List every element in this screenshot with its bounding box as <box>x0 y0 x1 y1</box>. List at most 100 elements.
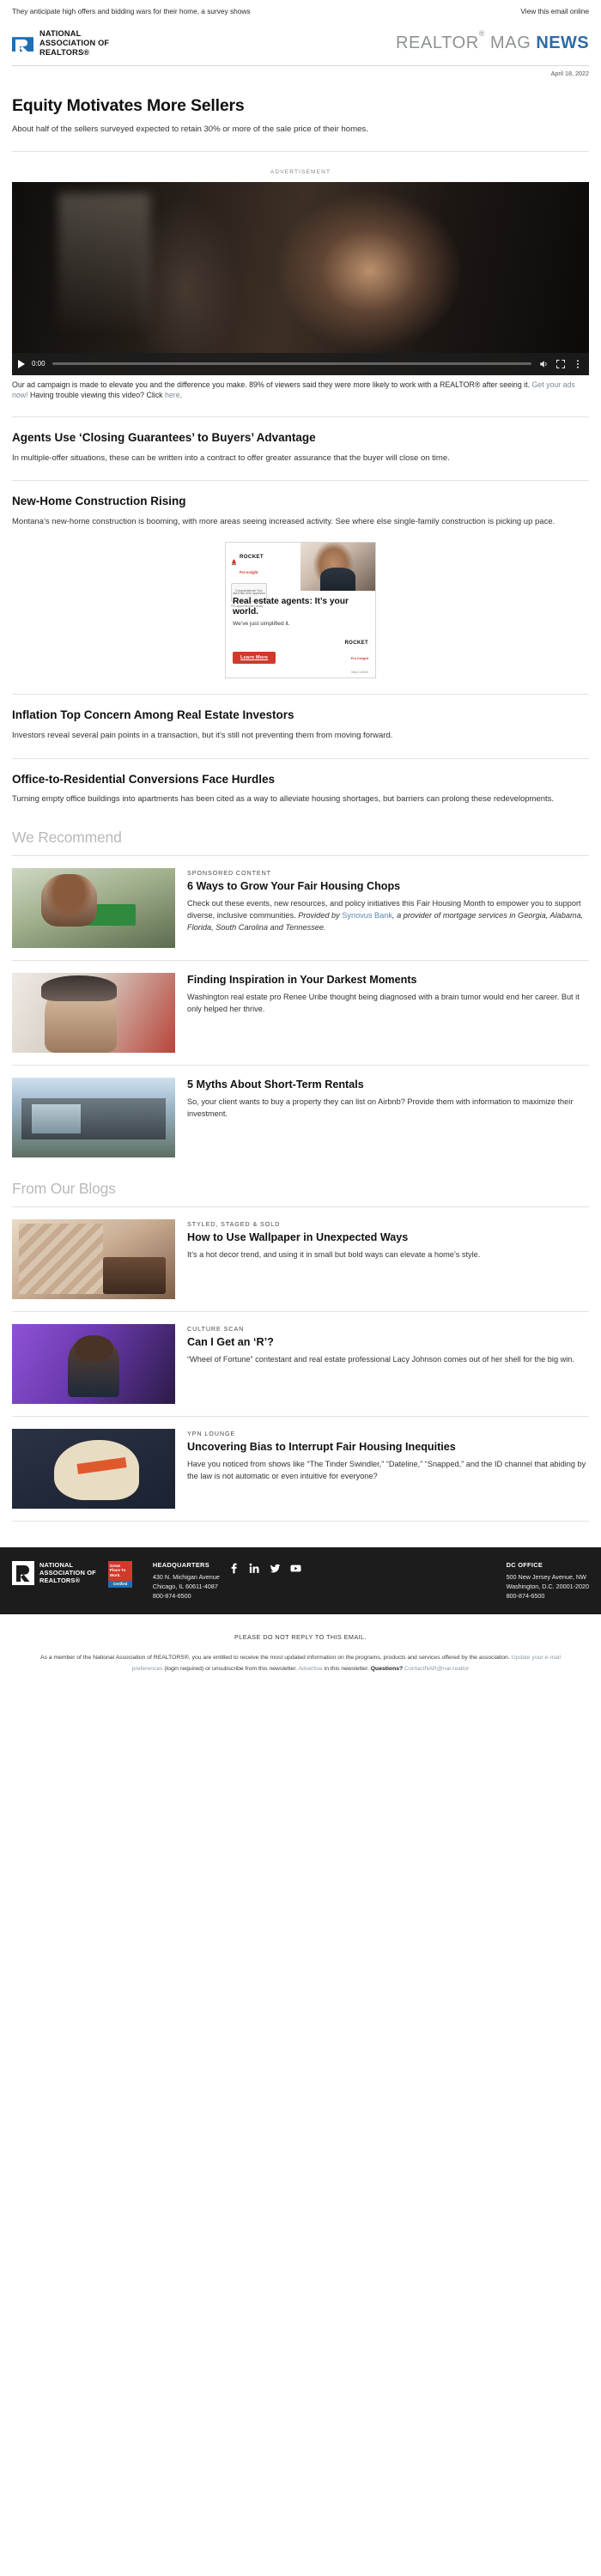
recommend-card[interactable]: 5 Myths About Short-Term Rentals So, you… <box>0 1066 601 1157</box>
facebook-icon[interactable] <box>228 1563 240 1574</box>
rocket-ad-subtext: We’ve just simplified it. <box>233 621 290 628</box>
card-title[interactable]: 6 Ways to Grow Your Fair Housing Chops <box>187 880 589 894</box>
card-title[interactable]: Finding Inspiration in Your Darkest Mome… <box>187 974 589 987</box>
blog-card[interactable]: STYLED, STAGED & SOLD How to Use Wallpap… <box>0 1207 601 1299</box>
nar-logo[interactable]: NATIONAL ASSOCIATION OF REALTORS® <box>12 29 109 58</box>
rocket-ad-headline: Real estate agents: It’s your world. <box>233 597 349 617</box>
rocket-ad-brand-name: ROCKET <box>344 640 368 647</box>
footer-dc-office: DC OFFICE 500 New Jersey Avenue, NW Wash… <box>507 1561 589 1601</box>
rocket-pro-insight-ad[interactable]: ROCKET Pro Insight Congratulations! Your… <box>225 542 376 679</box>
brand-news-word: NEWS <box>536 33 589 52</box>
fullscreen-icon[interactable] <box>555 359 566 369</box>
issue-date: April 18, 2022 <box>550 70 589 78</box>
dc-title: DC OFFICE <box>506 1560 543 1569</box>
card-title[interactable]: How to Use Wallpaper in Unexpected Ways <box>187 1231 589 1245</box>
youtube-icon[interactable] <box>290 1563 301 1574</box>
realtor-mag-news-brand[interactable]: REALTOR® MAG NEWS <box>395 28 589 53</box>
card-body-italic-pre: Provided by <box>298 911 343 920</box>
story-title[interactable]: Agents Use ‘Closing Guarantees’ to Buyer… <box>12 431 589 446</box>
kebab-menu-icon[interactable] <box>573 359 583 369</box>
card-kicker: STYLED, STAGED & SOLD <box>187 1219 281 1228</box>
story-body: Investors reveal several pain points in … <box>12 731 393 741</box>
from-our-blogs-heading: From Our Blogs <box>12 1179 116 1197</box>
play-icon[interactable] <box>18 359 25 368</box>
blogs-bottom-divider <box>12 1520 589 1522</box>
story-title[interactable]: Inflation Top Concern Among Real Estate … <box>12 708 589 723</box>
legal-part-3: in this newsletter. <box>322 1665 371 1672</box>
gptw-badge-line-1: Great Place To Work. <box>107 1560 132 1581</box>
footer-social-links[interactable] <box>228 1561 301 1574</box>
card-body-text: Washington real estate pro Renee Uribe t… <box>187 993 580 1014</box>
dc-address-line-1: 500 New Jersey Avenue, NW <box>506 1572 586 1581</box>
lead-story: Equity Motivates More Sellers About half… <box>0 77 601 135</box>
rocket-ad-nmls: NMLS #3030 <box>351 671 368 675</box>
wheel-of-fortune-contestant-image <box>12 1323 175 1404</box>
card-kicker: YPN LOUNGE <box>187 1429 236 1437</box>
gptw-badge-line-2: Certified <box>107 1580 132 1588</box>
footer-headquarters: HEADQUARTERS 430 N. Michigan Avenue Chic… <box>153 1561 220 1601</box>
footer-logo-line-1: NATIONAL <box>39 1561 74 1570</box>
recommend-card[interactable]: SPONSORED CONTENT 6 Ways to Grow Your Fa… <box>0 856 601 948</box>
brand-realtor-word: REALTOR® <box>395 28 486 52</box>
masthead: NATIONAL ASSOCIATION OF REALTORS® REALTO… <box>0 17 601 62</box>
rocket-icon <box>231 558 237 565</box>
video-current-time: 0:00 <box>32 360 46 368</box>
rocket-ad-brand-sub: Pro Insight <box>350 656 368 661</box>
footer: NATIONAL ASSOCIATION OF REALTORS® Great … <box>0 1546 601 1615</box>
story-title[interactable]: Office-to-Residential Conversions Face H… <box>12 773 589 787</box>
approval-badge-text: Congratulations! Your client has been ap… <box>233 588 265 596</box>
volume-icon[interactable] <box>538 359 549 369</box>
nar-logo-wordmark: NATIONAL ASSOCIATION OF REALTORS® <box>39 29 109 58</box>
story-body: Montana’s new-home construction is boomi… <box>12 517 555 527</box>
twitter-icon[interactable] <box>270 1563 281 1574</box>
wallpaper-room-image <box>12 1218 175 1299</box>
nar-logo-mark-icon <box>12 1560 34 1585</box>
legal-text: As a member of the National Association … <box>0 1641 601 1700</box>
rocket-ad-logo-sub: Pro Insight <box>240 570 258 575</box>
story-block: New-Home Construction Rising Montana’s n… <box>0 481 601 528</box>
modern-house-image <box>12 1077 175 1157</box>
we-recommend-heading: We Recommend <box>12 828 122 846</box>
video-poster-image <box>12 181 589 375</box>
hq-phone: 800-874-6500 <box>152 1591 191 1600</box>
blog-card[interactable]: YPN LOUNGE Uncovering Bias to Interrupt … <box>0 1417 601 1509</box>
great-place-to-work-badge: Great Place To Work. Certified <box>107 1560 132 1588</box>
rocket-ad-logo-name: ROCKET <box>240 554 264 561</box>
footer-nar-logo[interactable]: NATIONAL ASSOCIATION OF REALTORS® <box>12 1560 96 1585</box>
synovus-bank-link[interactable]: Synovus Bank <box>342 911 392 920</box>
lead-headline[interactable]: Equity Motivates More Sellers <box>12 96 589 116</box>
hq-address-line-2: Chicago, IL 60611-4087 <box>152 1582 218 1590</box>
inline-advertisement[interactable]: ROCKET Pro Insight Congratulations! Your… <box>0 528 601 679</box>
story-title[interactable]: New-Home Construction Rising <box>12 495 589 509</box>
nar-logo-line-1: NATIONAL <box>39 28 82 38</box>
recommend-card[interactable]: Finding Inspiration in Your Darkest Mome… <box>0 961 601 1053</box>
card-kicker: CULTURE SCAN <box>187 1324 245 1333</box>
learn-more-button[interactable]: Learn More <box>233 652 276 665</box>
woman-portrait-image <box>12 972 175 1053</box>
story-block: Inflation Top Concern Among Real Estate … <box>0 695 601 742</box>
nar-logo-mark-icon <box>12 33 33 54</box>
blog-card[interactable]: CULTURE SCAN Can I Get an ‘R’? “Wheel of… <box>0 1312 601 1404</box>
video-player[interactable]: 0:00 <box>12 181 589 375</box>
click-here-link[interactable]: here <box>165 391 180 399</box>
video-progress-scrubber[interactable] <box>52 362 531 366</box>
advertise-link[interactable]: Advertise <box>299 1666 323 1672</box>
dc-phone: 800-874-6500 <box>506 1591 545 1600</box>
card-title[interactable]: 5 Myths About Short-Term Rentals <box>187 1078 589 1092</box>
card-title[interactable]: Can I Get an ‘R’? <box>187 1336 589 1350</box>
story-block: Agents Use ‘Closing Guarantees’ to Buyer… <box>0 417 601 465</box>
preheader-text: They anticipate high offers and bidding … <box>12 7 251 15</box>
video-controls[interactable]: 0:00 <box>12 352 589 375</box>
video-caption-end: . <box>179 391 183 400</box>
contact-nar-email-link[interactable]: ContactNAR@nar.realtor <box>404 1666 469 1672</box>
registered-mark: ® <box>478 28 486 38</box>
nar-logo-line-2: ASSOCIATION OF <box>39 38 110 47</box>
bias-head-illustration-image <box>12 1428 175 1509</box>
legal-part-1: As a member of the National Association … <box>39 1655 512 1662</box>
view-email-online-link[interactable]: View this email online <box>520 7 589 17</box>
card-body-text: “Wheel of Fortune” contestant and real e… <box>187 1355 574 1364</box>
dc-address-line-2: Washington, D.C. 20001-2020 <box>506 1582 589 1590</box>
nar-logo-line-3: REALTORS® <box>39 48 90 58</box>
linkedin-icon[interactable] <box>249 1563 260 1574</box>
card-title[interactable]: Uncovering Bias to Interrupt Fair Housin… <box>187 1441 589 1455</box>
